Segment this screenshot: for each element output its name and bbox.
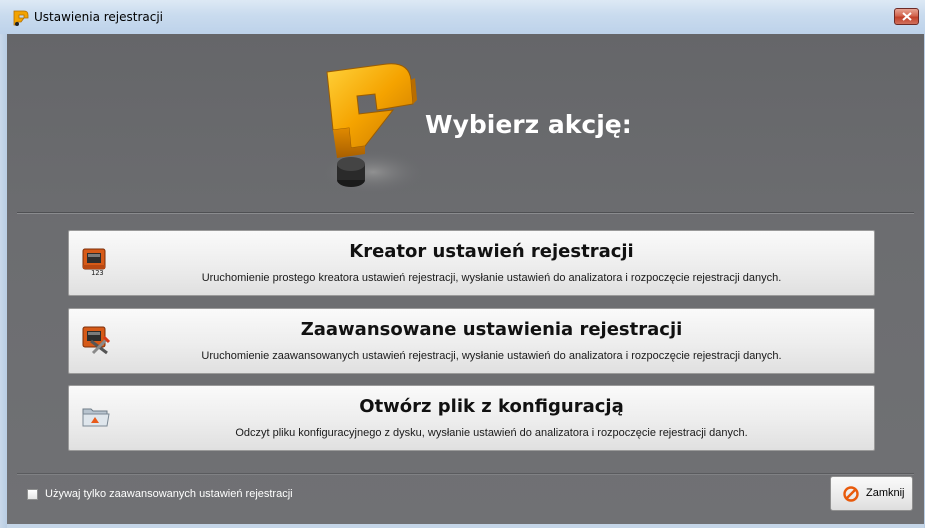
open-config-file-title: Otwórz plik z konfiguracją bbox=[359, 396, 624, 417]
advanced-only-checkbox[interactable] bbox=[27, 489, 38, 500]
sonel-logo-icon bbox=[313, 60, 425, 200]
open-folder-icon bbox=[81, 402, 111, 432]
svg-text:123: 123 bbox=[91, 269, 104, 277]
page-title: Wybierz akcję: bbox=[425, 110, 632, 139]
window-title: Ustawienia rejestracji bbox=[34, 10, 164, 24]
advanced-settings-button[interactable]: Zaawansowane ustawienia rejestracji Uruc… bbox=[68, 308, 875, 374]
close-button-label: Zamknij bbox=[866, 487, 905, 499]
header-divider bbox=[17, 212, 914, 214]
footer-divider bbox=[17, 473, 914, 475]
close-button[interactable]: Zamknij bbox=[830, 476, 913, 511]
wizard-settings-description: Uruchomienie prostego kreatora ustawień … bbox=[201, 272, 782, 284]
cancel-icon bbox=[843, 486, 859, 502]
dialog-header: Wybierz akcję: bbox=[7, 34, 924, 212]
dialog-content: Wybierz akcję: 123 Kreator ustawień reje… bbox=[7, 34, 924, 524]
wizard-settings-title: Kreator ustawień rejestracji bbox=[349, 241, 634, 262]
window-frame-left bbox=[0, 34, 7, 528]
advanced-settings-description: Uruchomienie zaawansowanych ustawień rej… bbox=[201, 350, 782, 362]
open-config-file-description: Odczyt pliku konfiguracyjnego z dysku, w… bbox=[235, 427, 748, 439]
advanced-settings-title: Zaawansowane ustawienia rejestracji bbox=[300, 319, 683, 340]
wizard-settings-button[interactable]: 123 Kreator ustawień rejestracji Uruchom… bbox=[68, 230, 875, 296]
title-bar: Ustawienia rejestracji bbox=[0, 0, 925, 34]
wizard-device-icon: 123 bbox=[81, 247, 111, 277]
open-config-file-button[interactable]: Otwórz plik z konfiguracją Odczyt pliku … bbox=[68, 385, 875, 451]
window-close-button[interactable] bbox=[894, 8, 919, 25]
close-icon bbox=[902, 12, 912, 21]
dialog-window: Ustawienia rejestracji Wybierz akcję: 12… bbox=[0, 0, 925, 528]
advanced-device-tools-icon bbox=[81, 325, 111, 355]
advanced-only-label[interactable]: Używaj tylko zaawansowanych ustawień rej… bbox=[45, 488, 293, 500]
app-logo-icon bbox=[12, 9, 30, 27]
